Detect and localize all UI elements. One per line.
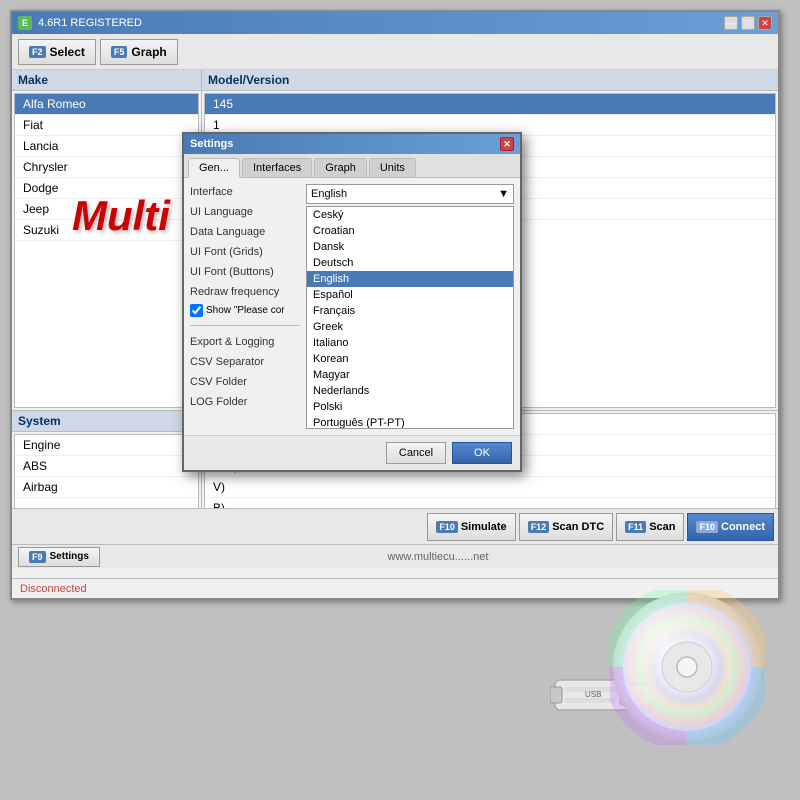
- language-dropdown[interactable]: English ▼: [306, 184, 514, 204]
- lang-deutsch[interactable]: Deutsch: [307, 255, 513, 271]
- settings-dialog: Settings ✕ Gen... Interfaces Graph Units…: [182, 132, 522, 472]
- dropdown-arrow: ▼: [498, 188, 509, 200]
- lang-magyar[interactable]: Magyar: [307, 367, 513, 383]
- label-ui-font-grids: UI Font (Grids): [190, 244, 300, 260]
- selected-lang: English: [311, 188, 347, 200]
- cancel-button[interactable]: Cancel: [386, 442, 446, 464]
- label-ui-language: UI Language: [190, 204, 300, 220]
- dialog-close-button[interactable]: ✕: [500, 137, 514, 151]
- lang-korean[interactable]: Korean: [307, 351, 513, 367]
- tab-units[interactable]: Units: [369, 158, 416, 177]
- dialog-tabs: Gen... Interfaces Graph Units: [184, 154, 520, 178]
- label-data-language: Data Language: [190, 224, 300, 240]
- dialog-right: English ▼ Ceský Croatian Dansk Deutsch E…: [306, 184, 514, 429]
- label-csv-sep: CSV Separator: [190, 354, 300, 370]
- lang-dansk[interactable]: Dansk: [307, 239, 513, 255]
- lang-portuguese[interactable]: Português (PT-PT): [307, 415, 513, 429]
- language-list[interactable]: Ceský Croatian Dansk Deutsch English Esp…: [306, 206, 514, 429]
- svg-text:USB: USB: [585, 690, 601, 699]
- label-interface: Interface: [190, 184, 300, 200]
- label-ui-font-buttons: UI Font (Buttons): [190, 264, 300, 280]
- dialog-footer: Cancel OK: [184, 435, 520, 470]
- tab-graph[interactable]: Graph: [314, 158, 367, 177]
- separator-1: [190, 325, 300, 326]
- lang-francais[interactable]: Français: [307, 303, 513, 319]
- tab-interfaces[interactable]: Interfaces: [242, 158, 312, 177]
- show-please-row: Show "Please cor: [190, 304, 300, 317]
- lang-greek[interactable]: Greek: [307, 319, 513, 335]
- lang-nederlands[interactable]: Nederlands: [307, 383, 513, 399]
- dialog-titlebar: Settings ✕: [184, 134, 520, 154]
- lang-croatian[interactable]: Croatian: [307, 223, 513, 239]
- dialog-content: Interface UI Language Data Language UI F…: [184, 178, 520, 435]
- show-please-label: Show "Please cor: [206, 305, 285, 316]
- lang-italiano[interactable]: Italiano: [307, 335, 513, 351]
- main-window: E 4.6R1 REGISTERED — □ ✕ F2 Select F5 Gr…: [10, 10, 780, 600]
- lang-english[interactable]: English: [307, 271, 513, 287]
- lang-polski[interactable]: Polski: [307, 399, 513, 415]
- tab-general[interactable]: Gen...: [188, 158, 240, 178]
- ok-button[interactable]: OK: [452, 442, 512, 464]
- label-redraw: Redraw frequency: [190, 284, 300, 300]
- cd-disc: [610, 590, 760, 740]
- label-log-folder: LOG Folder: [190, 394, 300, 410]
- dialog-title: Settings: [190, 138, 233, 150]
- lang-espanol[interactable]: Español: [307, 287, 513, 303]
- lang-cesky[interactable]: Ceský: [307, 207, 513, 223]
- label-export: Export & Logging: [190, 334, 300, 350]
- label-csv-folder: CSV Folder: [190, 374, 300, 390]
- dialog-overlay: Settings ✕ Gen... Interfaces Graph Units…: [12, 12, 778, 598]
- dialog-labels: Interface UI Language Data Language UI F…: [190, 184, 300, 429]
- show-please-checkbox[interactable]: [190, 304, 203, 317]
